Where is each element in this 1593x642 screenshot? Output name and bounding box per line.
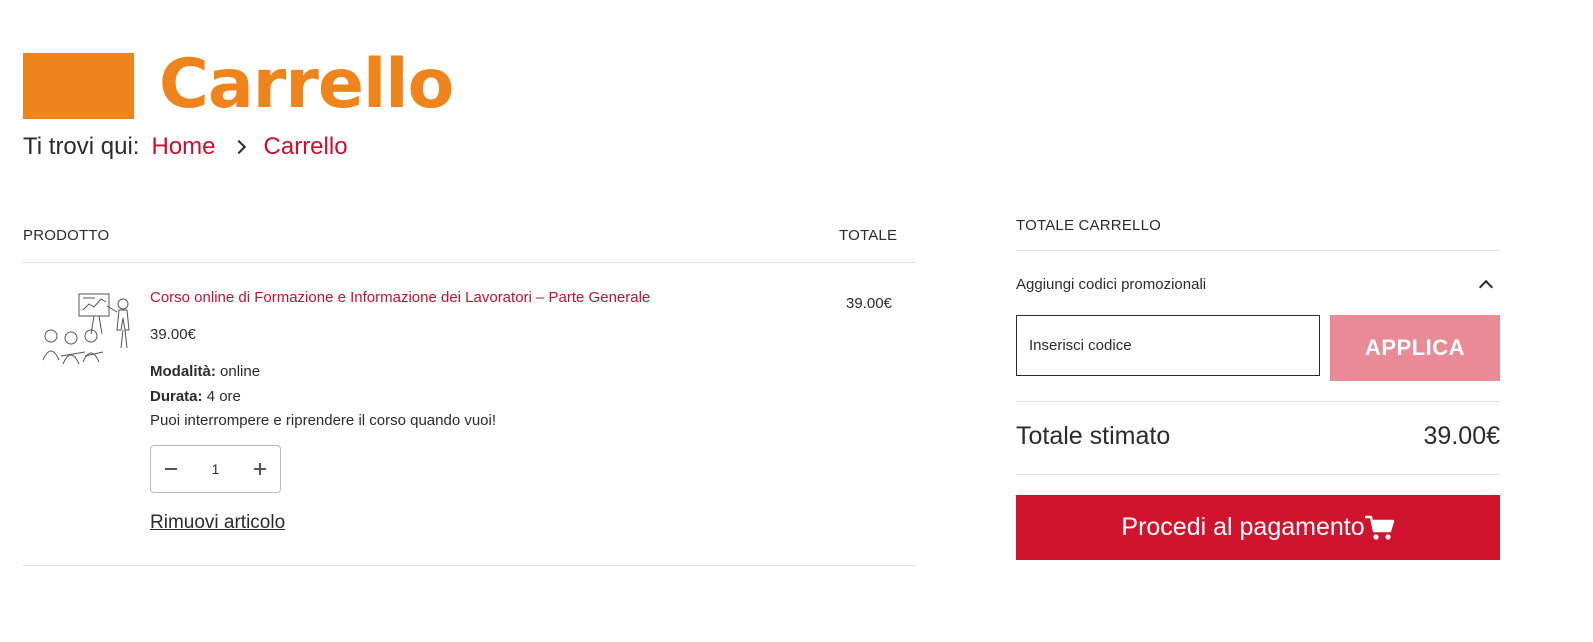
quantity-stepper: 1 [150,445,281,493]
mode-label: Modalità: [150,363,216,380]
product-note: Puoi interrompere e riprendere il corso … [150,412,497,429]
totals-divider-middle [1016,401,1500,402]
duration-label: Durata: [150,388,203,405]
duration-value: 4 ore [206,388,241,405]
mode-value: online [220,363,261,380]
course-thumbnail-icon [42,293,130,365]
column-header-total: TOTALE [839,227,898,244]
plus-icon[interactable] [252,461,268,477]
promo-toggle-label: Aggiungi codici promozionali [1016,275,1207,293]
breadcrumb-current-link[interactable]: Carrello [264,131,348,163]
totals-divider-top [1016,250,1500,251]
shopping-cart-icon [1364,515,1394,540]
column-header-product: PRODOTTO [23,227,110,244]
quantity-value[interactable]: 1 [212,461,220,477]
totals-divider-bottom [1016,474,1500,475]
coupon-code-input[interactable] [1016,315,1320,376]
product-price: 39.00€ [150,326,196,343]
apply-coupon-button[interactable]: APPLICA [1330,315,1500,381]
promo-code-toggle[interactable]: Aggiungi codici promozionali [1016,266,1500,302]
product-mode: Modalità: online [150,363,260,380]
breadcrumb-home-link[interactable]: Home [151,131,215,163]
proceed-to-checkout-button[interactable]: Procedi al pagamento [1016,495,1500,560]
remove-item-link[interactable]: Rimuovi articolo [150,512,285,534]
table-header-divider [23,262,916,263]
estimated-total-value: 39.00€ [1423,422,1500,450]
breadcrumb-prefix: Ti trovi qui: [23,133,140,160]
cart-totals-title: TOTALE CARRELLO [1016,217,1161,234]
chevron-right-icon [232,131,248,163]
minus-icon[interactable] [163,461,179,477]
estimated-total-label: Totale stimato [1016,422,1171,450]
product-duration: Durata: 4 ore [150,388,241,405]
chevron-up-icon [1478,277,1492,291]
checkout-label: Procedi al pagamento [1121,513,1365,541]
line-total: 39.00€ [846,295,892,312]
product-name-link[interactable]: Corso online di Formazione e Informazion… [150,289,650,306]
breadcrumb: Ti trovi qui: Home Carrello [23,131,348,163]
page-title: Carrello [159,45,454,124]
title-decor-block [23,53,134,119]
table-footer-divider [23,565,916,566]
